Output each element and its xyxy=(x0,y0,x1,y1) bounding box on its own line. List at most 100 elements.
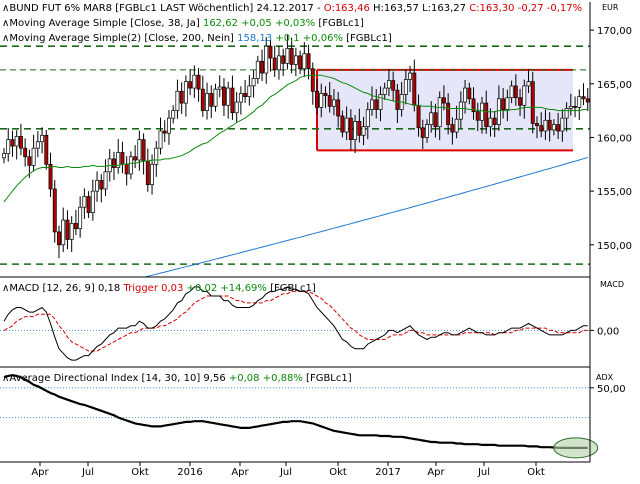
candle-body xyxy=(255,60,260,79)
candle-body xyxy=(272,57,277,71)
price-tick-label: 160,00 xyxy=(597,133,632,144)
chart-canvas: 170,00 165,00 160,00 155,00 150,00 EUR 0,00 MAC… xyxy=(0,0,640,480)
instrument-label: BUND FUT 6% MAR8 [FGBLc1 LAST Wöchentlic… xyxy=(9,3,314,14)
candle-body xyxy=(27,156,32,166)
candle-body xyxy=(200,88,205,111)
candle-body xyxy=(386,80,391,89)
ma2-ric: [FGBLc1] xyxy=(346,33,392,44)
candle-body xyxy=(277,55,281,71)
candle-body xyxy=(145,160,150,186)
candle-body xyxy=(209,93,214,107)
candle-body xyxy=(403,79,408,95)
candle-body xyxy=(217,86,222,90)
candle-body xyxy=(505,97,510,110)
price-tick-label: 150,00 xyxy=(597,241,632,252)
adx-legend: ∧Average Directional Index [14, 30, 10] … xyxy=(2,373,352,385)
candle-body xyxy=(488,117,493,128)
candle-body xyxy=(234,101,239,114)
candle-body xyxy=(150,163,154,186)
candle-body xyxy=(158,130,163,149)
candle-body xyxy=(310,68,315,92)
candle-body xyxy=(226,87,231,106)
candle-body xyxy=(2,153,6,159)
candle-body xyxy=(501,98,506,110)
candle-body xyxy=(480,102,484,121)
candle-body xyxy=(238,93,243,103)
candle-body xyxy=(319,93,324,108)
candle-body xyxy=(535,123,539,126)
candle-body xyxy=(547,119,552,131)
adx-highlight xyxy=(553,437,599,459)
candle-body xyxy=(95,180,100,192)
candle-body xyxy=(285,48,290,64)
candle-body xyxy=(353,120,358,140)
ma2-legend: ∧Moving Average Simple(2) [Close, 200, N… xyxy=(2,33,392,45)
candle-body xyxy=(90,190,95,213)
macd-change: +0,02 +14,69% xyxy=(186,283,267,294)
candle-body xyxy=(315,90,319,108)
candle-body xyxy=(192,74,197,89)
candle-body xyxy=(568,105,573,109)
candle-body xyxy=(450,124,455,133)
candle-body xyxy=(336,99,341,117)
candle-body xyxy=(475,111,480,121)
macd-label: MACD [12, 26, 9] xyxy=(9,283,95,294)
time-label: Okt xyxy=(329,467,347,478)
candle-body xyxy=(133,156,138,161)
candle-body xyxy=(437,97,442,128)
macd-trigger-value: 0,03 xyxy=(161,283,184,294)
candle-body xyxy=(378,94,383,110)
candle-body xyxy=(264,45,269,74)
time-label: Apr xyxy=(231,467,249,478)
macd-tick-label: 0,00 xyxy=(597,326,619,337)
candle-body xyxy=(188,81,193,89)
ma2-change: +0,1 +0,06% xyxy=(275,33,343,44)
candle-body xyxy=(446,102,451,125)
macd-value: 0,18 xyxy=(98,283,121,294)
candle-body xyxy=(526,81,531,87)
candle-body xyxy=(14,136,19,147)
candle-body xyxy=(530,81,535,124)
candle-body xyxy=(331,99,336,107)
candle-body xyxy=(171,110,176,119)
macd-unit-label: MACD xyxy=(600,280,624,289)
candle-body xyxy=(268,45,273,59)
candle-body xyxy=(154,147,159,165)
candle-body xyxy=(120,152,125,165)
ma1-ric: [FGBLc1] xyxy=(318,18,364,29)
candle-body xyxy=(65,219,70,240)
candle-body xyxy=(230,87,235,114)
time-label: Okt xyxy=(131,467,149,478)
candle-body xyxy=(44,134,49,165)
candle-body xyxy=(6,139,11,154)
adx-label: Average Directional Index [14, 30, 10] xyxy=(9,373,201,384)
candle-body xyxy=(496,98,501,125)
candle-body xyxy=(183,81,188,104)
candle-body xyxy=(82,196,87,208)
candle-body xyxy=(213,88,218,107)
candle-body xyxy=(463,87,468,103)
candle-body xyxy=(408,72,413,80)
price-tick-label: 170,00 xyxy=(597,26,632,37)
candle-body xyxy=(458,101,463,120)
candle-body xyxy=(518,97,523,106)
candle-body xyxy=(340,115,345,133)
candle-body xyxy=(433,112,438,128)
candle-body xyxy=(281,55,286,64)
price-tick-label: 155,00 xyxy=(597,187,632,198)
chart-window: 170,00 165,00 160,00 155,00 150,00 EUR 0,00 MAC… xyxy=(0,0,640,480)
candle-body xyxy=(420,127,425,138)
candle-body xyxy=(302,53,307,70)
candle-body xyxy=(179,90,184,104)
low-value: L:163,27 xyxy=(422,3,467,14)
candle-body xyxy=(395,89,400,110)
macd-ric: [FGBLc1] xyxy=(270,283,316,294)
candle-body xyxy=(573,105,578,108)
candle-body xyxy=(247,85,252,98)
candle-body xyxy=(374,99,379,110)
candle-body xyxy=(327,95,332,107)
candle-body xyxy=(298,55,303,70)
candle-body xyxy=(543,119,548,132)
candle-body xyxy=(357,120,362,136)
candle-body xyxy=(370,99,374,110)
